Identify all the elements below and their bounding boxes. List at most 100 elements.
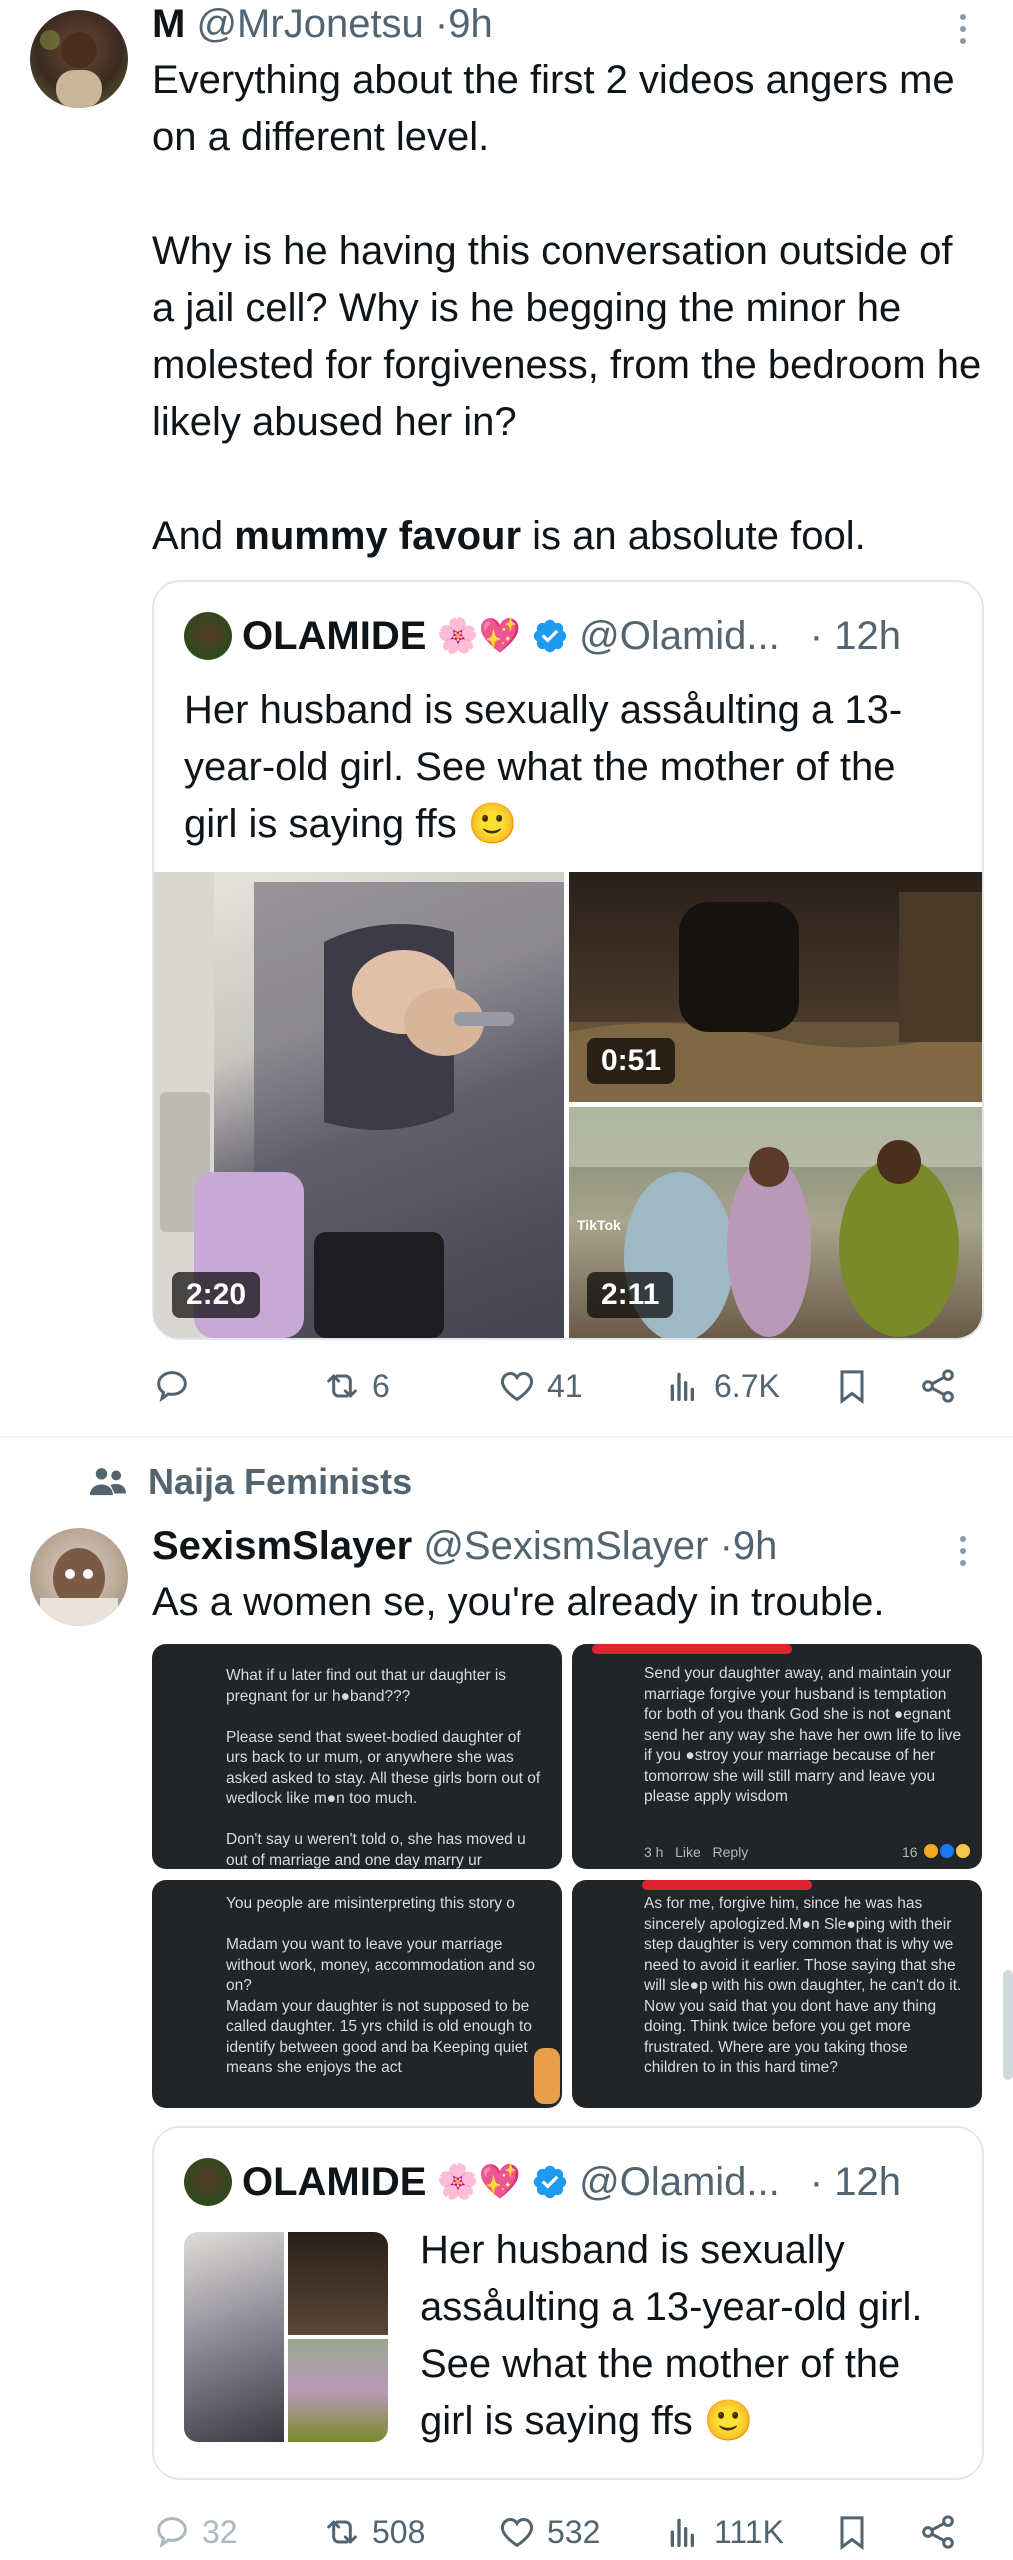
comment-meta: 3 h Like Reply bbox=[644, 1844, 749, 1860]
verified-badge-icon bbox=[533, 2165, 567, 2199]
share-icon bbox=[922, 2515, 954, 2549]
quote-text: Her husband is sexually assåulting a 13-… bbox=[420, 2228, 923, 2443]
bookmark-button[interactable] bbox=[832, 1358, 872, 1414]
bookmark-icon bbox=[840, 1370, 864, 1404]
like-count: 41 bbox=[547, 1367, 583, 1404]
image-text: Send your daughter away, and maintain yo… bbox=[644, 1665, 966, 1805]
retweet-count: 508 bbox=[372, 2513, 426, 2550]
image-text: As for me, forgive him, since he was has… bbox=[644, 1895, 966, 2076]
display-name[interactable]: M bbox=[152, 2, 185, 46]
quote-text: Her husband is sexually assåulting a 13-… bbox=[184, 688, 903, 846]
quote-header: OLAMIDE 🌸💖 @Olamid... · 12h bbox=[184, 612, 901, 660]
reply-icon bbox=[157, 1371, 187, 1403]
scrollbar[interactable] bbox=[1003, 1970, 1013, 2080]
quote-header: OLAMIDE 🌸💖 @Olamid... · 12h bbox=[184, 2158, 901, 2206]
video-duration: 0:51 bbox=[587, 1038, 676, 1084]
video-duration: 2:20 bbox=[172, 1272, 261, 1318]
views-button[interactable]: 6.7K bbox=[664, 1358, 780, 1414]
timestamp[interactable]: 9h bbox=[448, 2, 493, 46]
attached-image[interactable]: As for me, forgive him, since he was has… bbox=[572, 1880, 982, 2108]
reaction-count: 16 bbox=[902, 1844, 918, 1860]
like-count: 532 bbox=[547, 2513, 601, 2550]
avatar bbox=[184, 612, 232, 660]
text-span: And bbox=[152, 514, 235, 558]
separator: · bbox=[434, 2, 449, 46]
separator: · bbox=[719, 1524, 733, 1568]
retweet-button[interactable]: 508 bbox=[322, 2504, 425, 2560]
handle: @Olamid... bbox=[579, 614, 780, 658]
heart-icon bbox=[500, 1371, 534, 1402]
retweet-icon bbox=[327, 1374, 357, 1398]
analytics-icon bbox=[670, 1372, 694, 1401]
video-thumbnail[interactable]: TikTok 2:11 bbox=[569, 1107, 982, 1338]
like-button[interactable]: 532 bbox=[497, 2504, 600, 2560]
tweet-header: M @MrJonetsu ·9h bbox=[152, 0, 493, 48]
more-options-icon[interactable] bbox=[958, 14, 968, 44]
handle[interactable]: @SexismSlayer bbox=[423, 1524, 708, 1568]
more-options-icon[interactable] bbox=[958, 1536, 968, 1566]
bold-text: mummy favour bbox=[234, 514, 522, 558]
video-thumbnail[interactable]: 0:51 bbox=[569, 872, 982, 1102]
handle: @Olamid... bbox=[579, 2160, 780, 2204]
tweet-actions: 6 41 6.7K bbox=[152, 1358, 982, 1414]
name-emoji: 🌸💖 bbox=[436, 617, 522, 655]
retweet-button[interactable]: 6 bbox=[322, 1358, 390, 1414]
tweet-text: Everything about the first 2 videos ange… bbox=[152, 52, 982, 565]
text-span: is an absolute fool. bbox=[521, 514, 866, 558]
image-text: You people are misinterpreting this stor… bbox=[226, 1895, 536, 2076]
divider bbox=[0, 1436, 1013, 1438]
retweet-count: 6 bbox=[372, 1367, 390, 1404]
share-button[interactable] bbox=[918, 1358, 958, 1414]
tweet-paragraph: And mummy favour is an absolute fool. bbox=[152, 508, 982, 565]
share-button[interactable] bbox=[918, 2504, 958, 2560]
attached-image[interactable]: You people are misinterpreting this stor… bbox=[152, 1880, 562, 2108]
community-icon bbox=[90, 1468, 126, 1496]
quoted-tweet[interactable]: OLAMIDE 🌸💖 @Olamid... · 12h Her husband … bbox=[152, 2126, 984, 2480]
tweet-header: SexismSlayer @SexismSlayer ·9h bbox=[152, 1522, 777, 1570]
views-count: 6.7K bbox=[714, 1367, 780, 1404]
red-redaction bbox=[642, 1880, 812, 1890]
views-button[interactable]: 111K bbox=[664, 2504, 784, 2560]
media-thumbnail[interactable] bbox=[288, 2232, 388, 2335]
avatar bbox=[184, 2158, 232, 2206]
image-text: What if u later find out that ur daughte… bbox=[226, 1667, 541, 1869]
tweet-paragraph: Why is he having this conversation outsi… bbox=[152, 229, 982, 444]
community-name: Naija Feminists bbox=[148, 1461, 413, 1502]
reply-button[interactable] bbox=[152, 1358, 202, 1414]
timestamp: · 12h bbox=[809, 2160, 901, 2204]
timestamp[interactable]: 9h bbox=[733, 1524, 778, 1568]
tweet-actions: 32 508 532 111K bbox=[152, 2504, 982, 2560]
reply-count: 32 bbox=[202, 2513, 238, 2550]
reply-button[interactable]: 32 bbox=[152, 2504, 238, 2560]
timestamp: · 12h bbox=[809, 614, 901, 658]
analytics-icon bbox=[670, 2518, 694, 2547]
avatar[interactable] bbox=[30, 10, 128, 108]
red-redaction bbox=[592, 1644, 792, 1654]
like-button[interactable]: 41 bbox=[497, 1358, 583, 1414]
reaction-emojis bbox=[924, 1844, 970, 1858]
share-icon bbox=[922, 1369, 954, 1403]
community-context[interactable]: Naija Feminists bbox=[88, 1458, 412, 1506]
heart-icon bbox=[500, 2517, 534, 2548]
quoted-tweet[interactable]: OLAMIDE 🌸💖 @Olamid... · 12h Her husband … bbox=[152, 580, 984, 1340]
attached-image[interactable]: Send your daughter away, and maintain yo… bbox=[572, 1644, 982, 1869]
retweet-icon bbox=[327, 2520, 357, 2544]
avatar bbox=[534, 2048, 560, 2104]
name-emoji: 🌸💖 bbox=[436, 2163, 522, 2201]
verified-badge-icon bbox=[533, 619, 567, 653]
handle[interactable]: @MrJonetsu bbox=[196, 2, 423, 46]
video-thumbnail[interactable]: 2:20 bbox=[154, 872, 564, 1338]
reply-icon bbox=[157, 2517, 187, 2549]
media-thumbnail[interactable] bbox=[184, 2232, 284, 2442]
tiktok-watermark: TikTok bbox=[577, 1217, 621, 1233]
video-duration: 2:11 bbox=[587, 1272, 674, 1318]
avatar[interactable] bbox=[30, 1528, 128, 1626]
bookmark-icon bbox=[840, 2516, 864, 2550]
display-name[interactable]: SexismSlayer bbox=[152, 1524, 412, 1568]
display-name: OLAMIDE bbox=[242, 614, 427, 658]
media-thumbnail[interactable] bbox=[288, 2339, 388, 2442]
attached-image[interactable]: What if u later find out that ur daughte… bbox=[152, 1644, 562, 1869]
bookmark-button[interactable] bbox=[832, 2504, 872, 2560]
tweet-text: As a women se, you're already in trouble… bbox=[152, 1580, 885, 1624]
display-name: OLAMIDE bbox=[242, 2160, 427, 2204]
